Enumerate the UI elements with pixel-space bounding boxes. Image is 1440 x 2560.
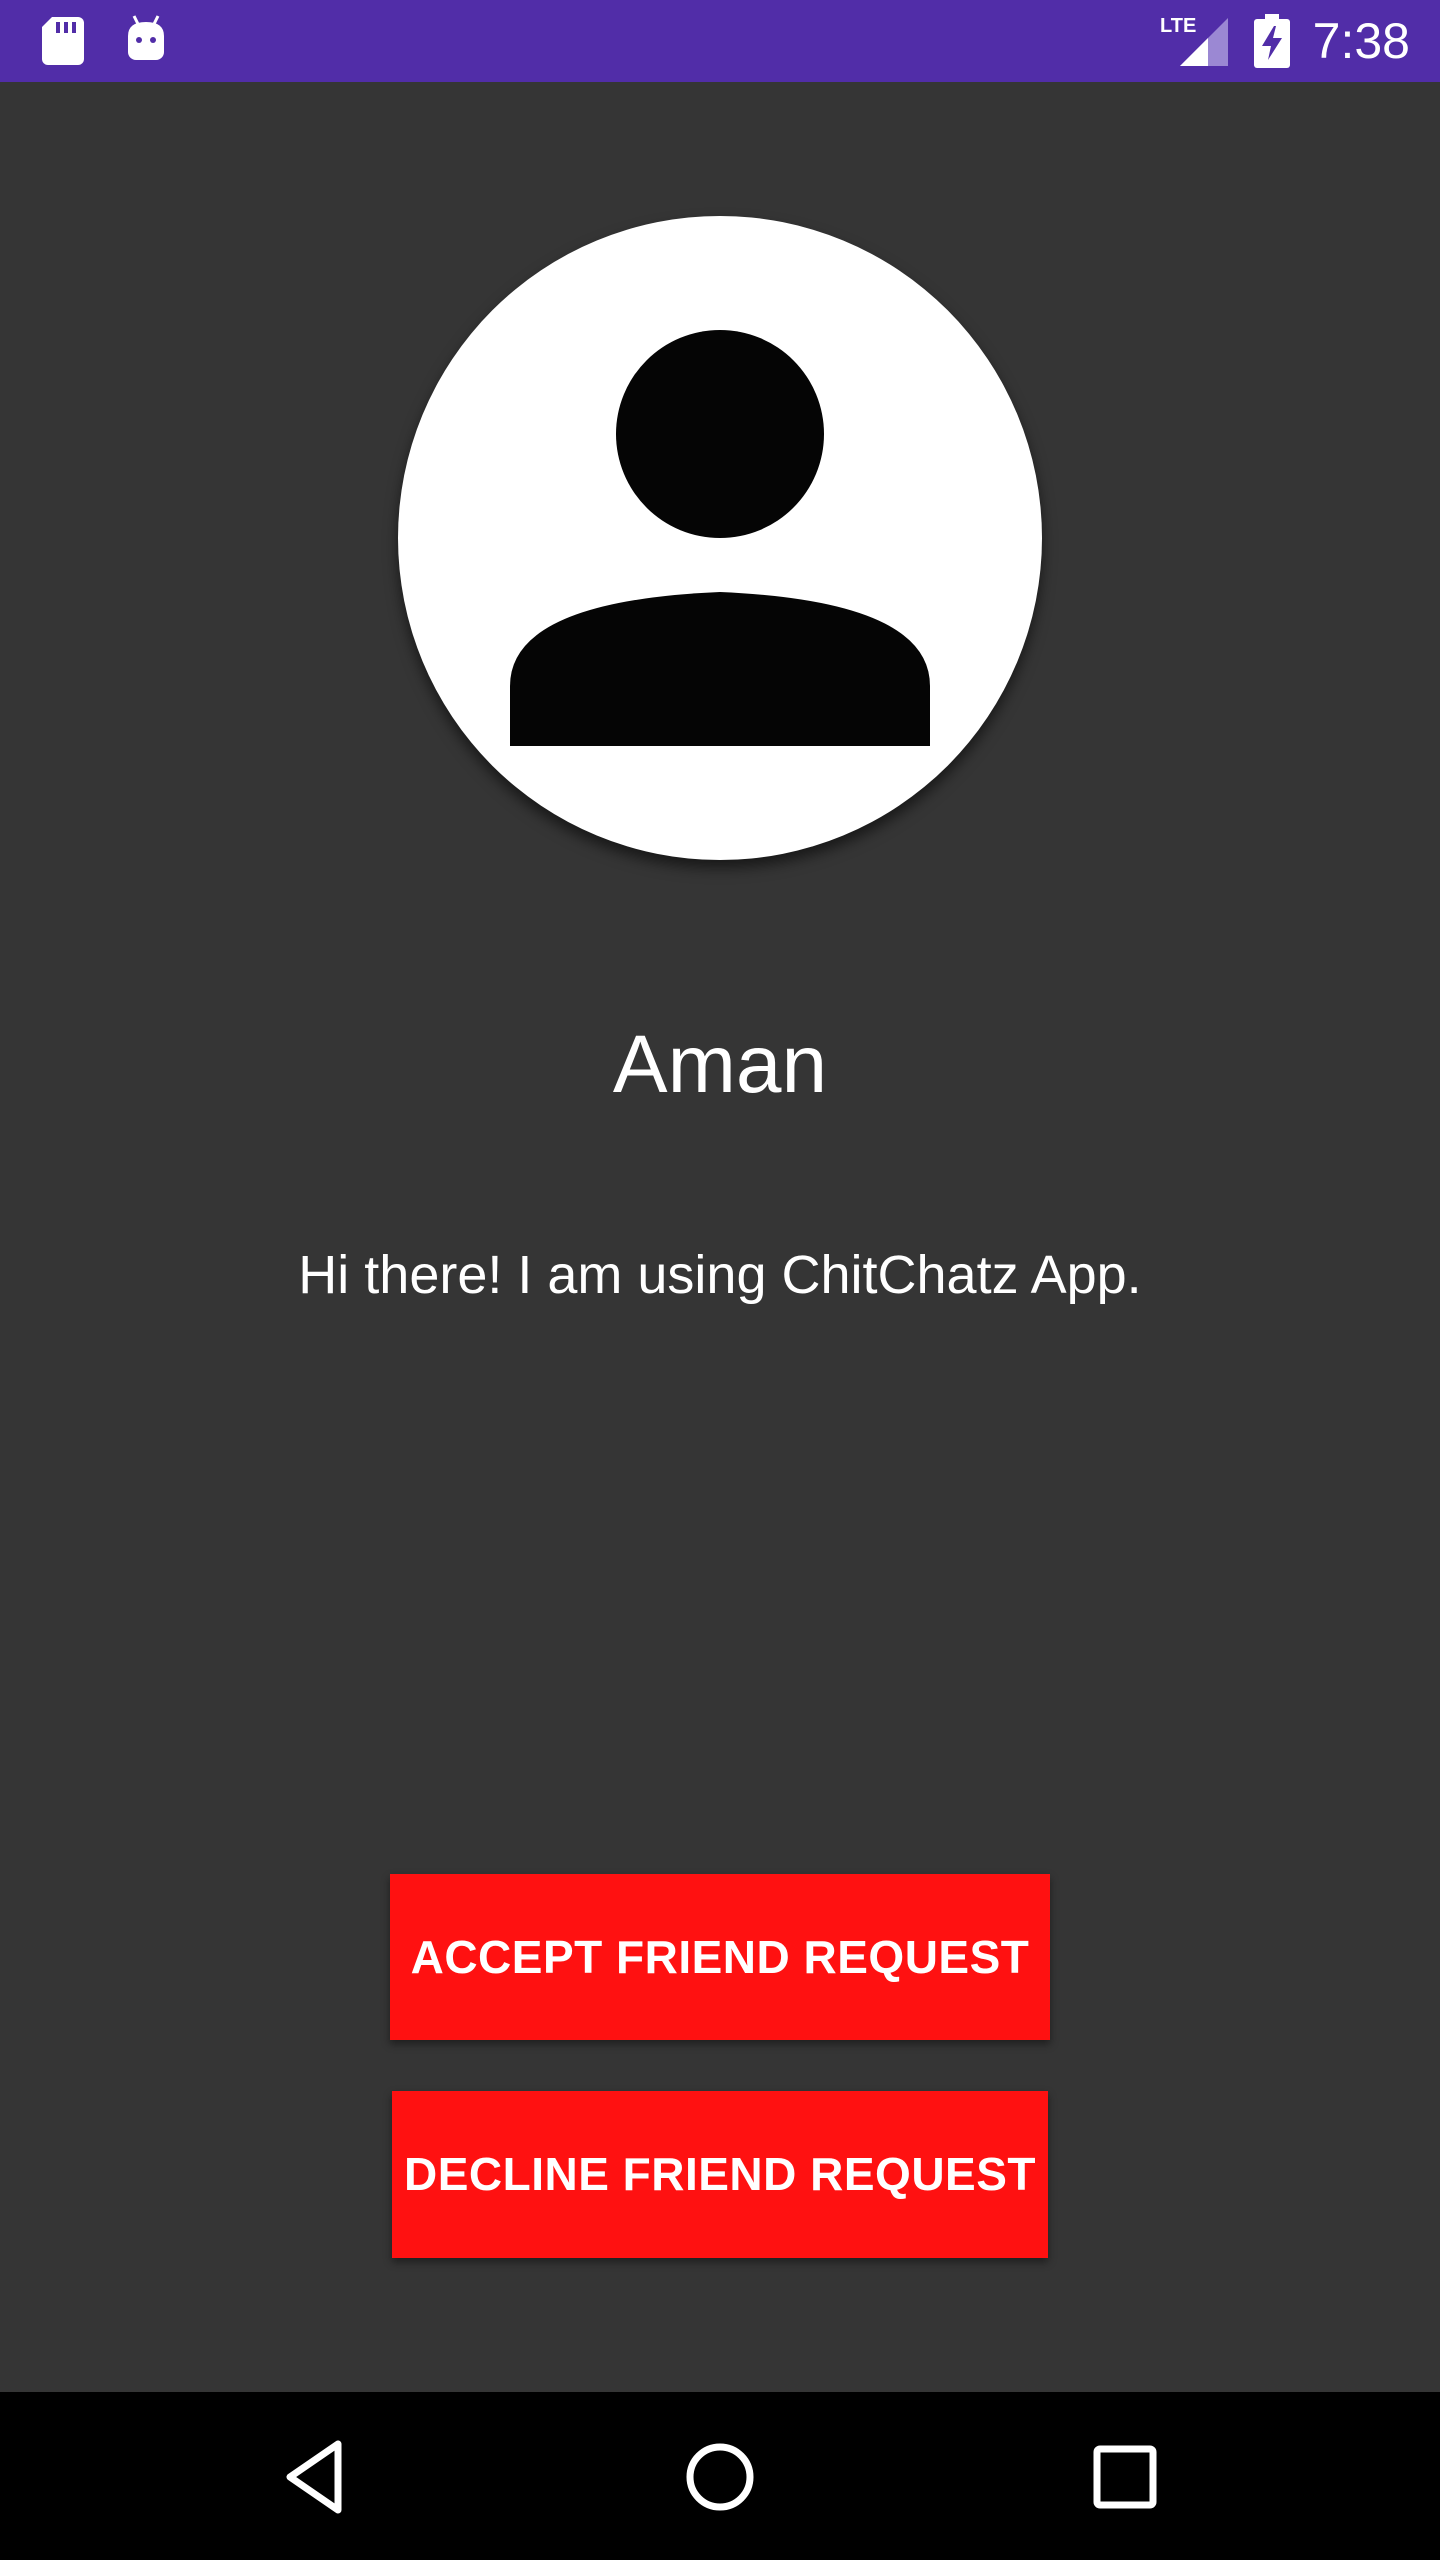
navigation-bar: [0, 2392, 1440, 2560]
friend-request-screen: LTE 7:38 Aman Hi there! I am using ChitC…: [0, 0, 1440, 2560]
sd-card-icon: [42, 17, 84, 65]
status-time: 7:38: [1312, 13, 1410, 69]
lte-signal-icon: LTE: [1160, 15, 1228, 66]
svg-text:LTE: LTE: [1160, 15, 1196, 37]
battery-charging-icon: [1254, 14, 1290, 68]
decline-friend-request-button[interactable]: DECLINE FRIEND REQUEST: [392, 2091, 1048, 2258]
profile-avatar: [398, 216, 1042, 860]
back-button[interactable]: [260, 2422, 370, 2532]
home-icon: [686, 2443, 754, 2511]
back-icon: [286, 2440, 342, 2514]
accept-friend-request-button[interactable]: ACCEPT FRIEND REQUEST: [390, 1874, 1050, 2040]
profile-status: Hi there! I am using ChitChatz App.: [298, 1245, 1142, 1305]
profile-name: Aman: [612, 1019, 828, 1110]
home-button[interactable]: [665, 2422, 775, 2532]
status-bar: LTE 7:38: [0, 0, 1440, 82]
android-debug-icon: [128, 15, 164, 60]
recents-button[interactable]: [1070, 2422, 1180, 2532]
default-person-icon: [510, 330, 930, 746]
recents-icon: [1093, 2445, 1157, 2509]
